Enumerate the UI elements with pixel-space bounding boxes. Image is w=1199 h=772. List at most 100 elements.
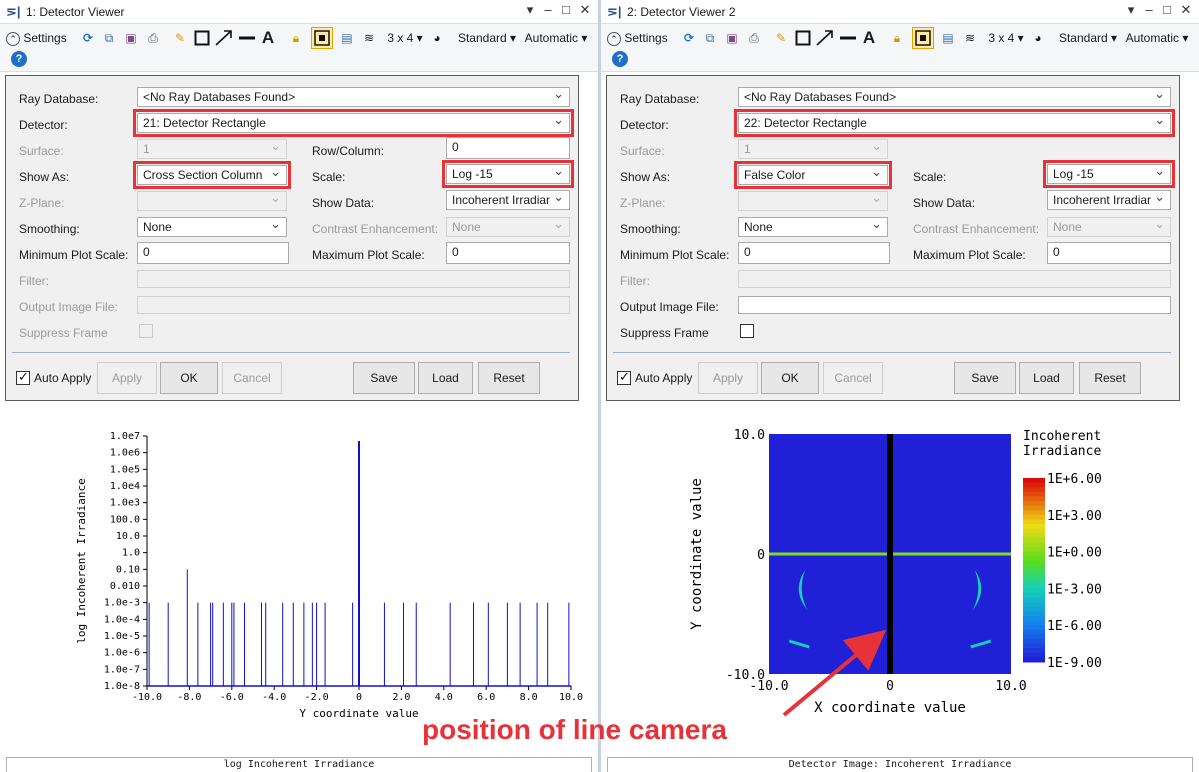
layout-dropdown[interactable]: 3 x 4 ▾	[385, 28, 425, 48]
colorbar-segment	[1023, 648, 1045, 654]
auto-apply-checkbox[interactable]	[16, 369, 30, 385]
suppress-frame-checkbox[interactable]	[139, 324, 153, 338]
save-image-icon[interactable]: ▣	[723, 28, 741, 48]
fit-view-icon[interactable]	[311, 27, 333, 49]
window-menu-chevron-icon[interactable]: ▾	[522, 2, 538, 18]
settings-toggle-button[interactable]: ⌃ Settings	[6, 28, 72, 48]
suppress-frame-checkbox[interactable]	[740, 324, 754, 338]
min-plot-scale-input[interactable]: 0	[738, 242, 890, 264]
fit-view-icon[interactable]	[912, 27, 934, 49]
show-data-select[interactable]: Incoherent Irradiar	[446, 190, 570, 210]
print-icon[interactable]: ⎙	[745, 28, 763, 48]
copy-icon[interactable]: ⧉	[701, 28, 719, 48]
line-icon[interactable]	[238, 28, 256, 48]
contrast-enhancement-label: Contrast Enhancement:	[312, 222, 439, 236]
lock-icon[interactable]: 🔒︎	[889, 28, 905, 48]
filter-input[interactable]	[137, 270, 570, 288]
save-button[interactable]: Save	[353, 362, 415, 394]
reset-button[interactable]: Reset	[1079, 362, 1141, 394]
maximize-icon[interactable]: □	[558, 2, 574, 17]
contrast-enhancement-select[interactable]: None	[1047, 217, 1171, 237]
output-image-file-input[interactable]	[137, 296, 570, 314]
help-icon[interactable]: ?	[612, 51, 628, 67]
max-plot-scale-input[interactable]: 0	[1047, 242, 1171, 264]
output-image-file-input[interactable]	[738, 296, 1171, 314]
line-icon[interactable]	[839, 28, 857, 48]
pencil-icon[interactable]: ✎	[172, 28, 188, 48]
z-plane-select[interactable]	[738, 191, 888, 211]
window-layout-icon[interactable]: ▤	[939, 28, 957, 48]
y-tick-label: 1.0e7	[110, 431, 140, 442]
window-menu-chevron-icon[interactable]: ▾	[1123, 2, 1139, 18]
save-button[interactable]: Save	[954, 362, 1016, 394]
load-button[interactable]: Load	[1019, 362, 1074, 394]
orbit-icon[interactable]: ◕	[1029, 28, 1047, 48]
ok-button[interactable]: OK	[160, 362, 218, 394]
y-tick-label: 1.0e-3	[104, 598, 140, 609]
colorbar-segment	[1023, 487, 1045, 493]
smoothing-select[interactable]: None	[738, 217, 888, 237]
automatic-dropdown[interactable]: Automatic ▾	[522, 28, 590, 48]
max-plot-scale-input[interactable]: 0	[446, 242, 570, 264]
refresh-icon[interactable]: ⟳	[80, 28, 96, 48]
detector-label: Detector:	[620, 118, 669, 132]
scale-select[interactable]: Log -15	[442, 160, 574, 188]
x-tick-label: 0	[886, 679, 894, 694]
x-tick-label: -4.0	[262, 692, 286, 703]
cancel-button[interactable]: Cancel	[823, 362, 883, 394]
layers-icon[interactable]: ≋	[962, 28, 978, 48]
layout-dropdown[interactable]: 3 x 4 ▾	[986, 28, 1026, 48]
arrow-icon[interactable]	[815, 28, 835, 48]
show-as-select[interactable]: False Color	[734, 161, 892, 189]
rectangle-icon[interactable]	[795, 28, 811, 48]
show-as-select[interactable]: Cross Section Column	[133, 161, 291, 189]
min-plot-scale-input[interactable]: 0	[137, 242, 289, 264]
apply-button[interactable]: Apply	[698, 362, 758, 394]
text-icon[interactable]: A	[260, 28, 276, 48]
apply-button[interactable]: Apply	[97, 362, 157, 394]
pencil-icon[interactable]: ✎	[773, 28, 789, 48]
copy-icon[interactable]: ⧉	[100, 28, 118, 48]
print-icon[interactable]: ⎙	[144, 28, 162, 48]
automatic-dropdown[interactable]: Automatic ▾	[1123, 28, 1191, 48]
standard-dropdown[interactable]: Standard ▾	[1057, 28, 1119, 48]
x-tick-label: -2.0	[305, 692, 329, 703]
rectangle-icon[interactable]	[194, 28, 210, 48]
ray-database-select[interactable]: <No Ray Databases Found>	[137, 87, 570, 107]
auto-apply-checkbox[interactable]	[617, 369, 631, 385]
text-icon[interactable]: A	[861, 28, 877, 48]
minimize-icon[interactable]: –	[540, 2, 556, 17]
layers-icon[interactable]: ≋	[361, 28, 377, 48]
z-plane-select[interactable]	[137, 191, 287, 211]
row-column-input[interactable]: 0	[446, 137, 570, 159]
load-button[interactable]: Load	[418, 362, 473, 394]
refresh-icon[interactable]: ⟳	[681, 28, 697, 48]
save-image-icon[interactable]: ▣	[122, 28, 140, 48]
close-icon[interactable]: ✕	[1178, 2, 1194, 18]
orbit-icon[interactable]: ◕	[428, 28, 446, 48]
surface-select[interactable]: 1	[137, 139, 287, 159]
detector-select[interactable]: 21: Detector Rectangle	[133, 109, 574, 137]
x-tick-label: 8.0	[520, 692, 538, 703]
x-tick-label: 2.0	[392, 692, 410, 703]
arrow-icon[interactable]	[214, 28, 234, 48]
reset-button[interactable]: Reset	[478, 362, 540, 394]
lock-icon[interactable]: 🔒︎	[288, 28, 304, 48]
help-icon[interactable]: ?	[11, 51, 27, 67]
ray-database-select[interactable]: <No Ray Databases Found>	[738, 87, 1171, 107]
window-layout-icon[interactable]: ▤	[338, 28, 356, 48]
contrast-enhancement-select[interactable]: None	[446, 217, 570, 237]
scale-select[interactable]: Log -15	[1043, 160, 1175, 188]
ok-button[interactable]: OK	[761, 362, 819, 394]
smoothing-select[interactable]: None	[137, 217, 287, 237]
minimize-icon[interactable]: –	[1141, 2, 1157, 17]
filter-input[interactable]	[738, 270, 1171, 288]
detector-select[interactable]: 22: Detector Rectangle	[734, 109, 1175, 137]
cancel-button[interactable]: Cancel	[222, 362, 282, 394]
settings-toggle-button[interactable]: ⌃ Settings	[607, 28, 673, 48]
close-icon[interactable]: ✕	[577, 2, 593, 18]
standard-dropdown[interactable]: Standard ▾	[456, 28, 518, 48]
maximize-icon[interactable]: □	[1159, 2, 1175, 17]
show-data-select[interactable]: Incoherent Irradiar	[1047, 190, 1171, 210]
surface-select[interactable]: 1	[738, 139, 888, 159]
